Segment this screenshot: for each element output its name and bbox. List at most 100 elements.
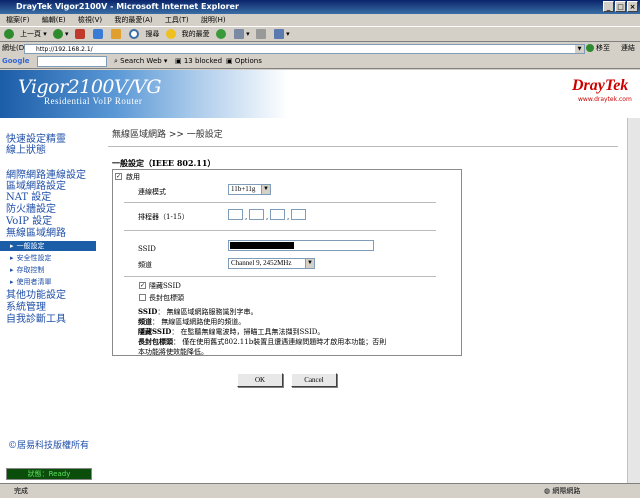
go-arrow-icon [586,44,594,52]
edit-icon [274,29,285,39]
schedule-input-3[interactable] [270,209,285,220]
schedule-input-4[interactable] [291,209,306,220]
model-logo: Vigor2100V/VG [18,76,162,98]
copyright: ©居易科技版權所有 [8,441,90,451]
subnav-access-control[interactable]: ▸ 存取控制 [10,266,45,275]
arrow-icon: ▸ [10,254,14,262]
schedule-comma: , [266,213,269,221]
nav-system-maintenance[interactable]: 系統管理 [6,302,46,313]
nav-wireless-lan[interactable]: 無線區域網路 [6,228,66,239]
refresh-button[interactable] [92,29,105,39]
nav-lan[interactable]: 區域網路設定 [6,181,66,192]
chevron-down-icon: ▼ [305,259,314,268]
google-logo[interactable]: Google [2,57,30,65]
ssid-value-redacted [230,242,294,249]
schedule-input-2[interactable] [249,209,264,220]
star-icon [165,29,176,39]
mail-button[interactable]: ▾ [234,29,250,39]
nav-diagnostics[interactable]: 自我診斷工具 [6,314,66,325]
window-title-bar: DrayTek Vigor2100V - Microsoft Internet … [0,0,640,14]
nav-firewall[interactable]: 防火牆設定 [6,204,56,215]
go-button[interactable]: 移至 [586,42,610,55]
draytek-url: www.draytek.com [578,96,632,103]
cancel-button[interactable]: Cancel [291,373,337,387]
hide-ssid-label: 隱藏SSID [149,282,181,290]
enable-checkbox[interactable]: ✓ [115,173,122,180]
options-icon: ▣ [226,57,235,65]
subnav-general[interactable]: ▸ 一般設定 [10,242,45,251]
search-web-button[interactable]: ⌕ Search Web ▾ [114,55,167,68]
nav-applications[interactable]: 其他功能設定 [6,290,66,301]
arrow-icon: ▸ [10,266,14,274]
menu-view[interactable]: 檢視(V) [78,16,102,24]
close-button[interactable]: × [627,1,638,12]
forward-button[interactable]: ▾ [52,29,69,39]
search-icon [129,29,140,39]
nav-online-status[interactable]: 線上狀態 [6,145,46,156]
draytek-logo: DrayTek [572,77,629,94]
long-preamble-checkbox[interactable] [139,294,146,301]
window-title: DrayTek Vigor2100V - Microsoft Internet … [16,2,239,11]
favorites-button[interactable]: 我的最愛 [165,29,210,39]
divider [124,230,436,231]
mail-icon [234,29,245,39]
home-button[interactable] [111,29,123,39]
nav-quick-setup[interactable]: 快速設定精靈 [6,134,66,145]
nav-voip[interactable]: VoIP 設定 [6,216,52,227]
options-button[interactable]: ▣ Options [226,55,262,68]
refresh-icon [92,29,103,39]
mode-select[interactable]: 11b+11g ▼ [228,184,271,195]
long-preamble-label: 長封包標頭 [149,294,184,302]
mode-value: 11b+11g [231,185,256,193]
print-button[interactable] [255,29,268,39]
note-ssid: SSID： 無線區域網路服務識別字串。 [138,307,258,316]
home-icon [111,29,122,39]
menu-bar: 檔案(F) 編輯(E) 檢視(V) 我的最愛(A) 工具(T) 說明(H) [0,14,640,26]
nav-nat[interactable]: NAT 設定 [6,192,51,203]
router-status: 狀態：Ready [6,468,92,480]
browser-status-bar: 完成 ◍ 網際網路 [0,483,640,498]
vertical-scrollbar[interactable] [627,118,640,483]
note-long-preamble-cont: 本功能將使效能降低。 [138,348,208,356]
stop-icon [74,29,85,39]
menu-file[interactable]: 檔案(F) [6,16,30,24]
edit-button[interactable]: ▾ [274,29,290,39]
google-search-input[interactable] [37,56,107,67]
history-button[interactable] [215,29,228,39]
maximize-button[interactable]: □ [615,1,626,12]
hide-ssid-checkbox[interactable]: ✓ [139,282,146,289]
section-title: 一般設定（IEEE 802.11） [112,158,216,168]
ok-button[interactable]: OK [237,373,283,387]
address-dropdown-icon[interactable]: ▼ [575,45,584,53]
subnav-user-list[interactable]: ▸ 使用者清單 [10,278,52,287]
channel-select[interactable]: Channel 9, 2452MHz ▼ [228,258,315,269]
links-button[interactable]: 連結 [621,42,635,55]
address-input[interactable]: http://192.168.2.1/ ▼ [24,44,585,54]
nav-internet-access[interactable]: 網際網路連線設定 [6,170,86,181]
model-subtitle: Residential VoIP Router [44,96,143,106]
ssid-label: SSID [138,245,156,253]
arrow-icon: ▸ [10,278,14,286]
stop-button[interactable] [74,29,87,39]
minimize-button[interactable]: _ [603,1,614,12]
address-url: http://192.168.2.1/ [36,46,93,53]
search-button[interactable]: 搜尋 [129,29,159,39]
print-icon [255,29,266,39]
mode-label: 連線模式 [138,188,166,196]
schedule-comma: , [287,213,290,221]
toolbar: 上一頁 ▾ ▾ 搜尋 我的最愛 ▾ ▾ [0,26,640,42]
breadcrumb: 無線區域網路 >> 一般設定 [112,130,223,140]
schedule-input-1[interactable] [228,209,243,220]
history-icon [215,29,226,39]
menu-tools[interactable]: 工具(T) [165,16,189,24]
menu-favorites[interactable]: 我的最愛(A) [114,16,152,24]
note-long-preamble: 長封包標頭： 僅在使用舊式802.11b裝置且遭遇連線問題時才啟用本功能；否則 [138,337,387,346]
note-channel: 頻道： 無線區域網路使用的頻道。 [138,317,246,326]
subnav-security[interactable]: ▸ 安全性設定 [10,254,52,263]
divider [108,146,618,147]
menu-edit[interactable]: 編輯(E) [42,16,66,24]
popup-blocker-button[interactable]: ▣ 13 blocked [175,55,222,68]
menu-help[interactable]: 說明(H) [201,16,226,24]
divider [124,276,436,277]
back-button[interactable]: 上一頁 ▾ [4,29,47,39]
